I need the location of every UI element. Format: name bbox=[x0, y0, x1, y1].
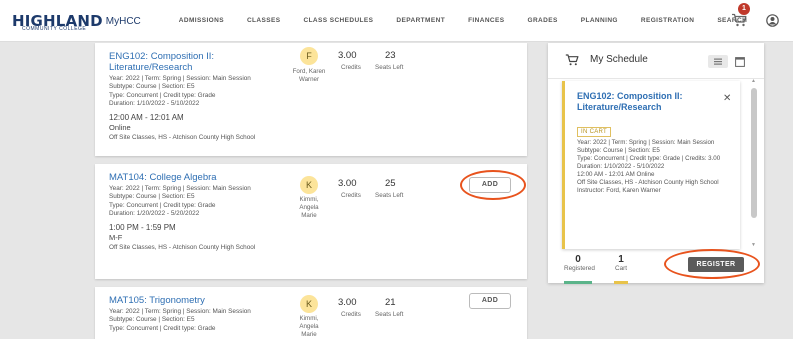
instructor-avatar: K bbox=[300, 176, 318, 194]
seats-value: 23 bbox=[385, 50, 396, 61]
schedule-item-card: ENG102: Composition II: Literature/Resea… bbox=[562, 81, 740, 249]
schedule-title: My Schedule bbox=[590, 54, 648, 65]
calendar-view-icon[interactable] bbox=[735, 56, 745, 67]
cart-count-badge: 1 bbox=[738, 3, 750, 15]
account-icon[interactable] bbox=[766, 14, 779, 27]
course-time: 12:00 AM - 12:01 AM bbox=[109, 112, 184, 122]
seats-label: Seats Left bbox=[375, 192, 404, 199]
register-button-highlight-ring bbox=[664, 249, 760, 279]
course-subtype: Subtype: Course | Section: E5 bbox=[109, 316, 195, 324]
course-duration: Duration: 1/20/2022 - 5/20/2022 bbox=[109, 210, 200, 218]
nav-classes[interactable]: CLASSES bbox=[247, 17, 281, 24]
scrollbar-thumb[interactable] bbox=[751, 88, 757, 218]
course-title[interactable]: MAT104: College Algebra bbox=[109, 172, 274, 183]
registered-count-value: 0 bbox=[575, 254, 581, 265]
scroll-up-arrow[interactable]: ▲ bbox=[751, 78, 756, 84]
course-title[interactable]: MAT105: Trigonometry bbox=[109, 295, 274, 306]
instructor-avatar: K bbox=[300, 295, 318, 313]
cart-icon[interactable] bbox=[731, 13, 747, 27]
course-duration: Duration: 1/10/2022 - 5/10/2022 bbox=[109, 100, 200, 108]
detail-year-term: Year: 2022 | Term: Spring | Session: Mai… bbox=[577, 139, 715, 146]
schedule-header: My Schedule bbox=[548, 43, 764, 79]
course-title[interactable]: ENG102: Composition II: Literature/Resea… bbox=[109, 51, 274, 73]
course-meta: Year: 2022 | Term: Spring | Session: Mai… bbox=[109, 185, 274, 219]
nav-admissions[interactable]: ADMISSIONS bbox=[179, 17, 224, 24]
credits-value: 3.00 bbox=[338, 178, 357, 189]
logo-subtitle: COMMUNITY COLLEGE bbox=[22, 26, 87, 32]
instructor-avatar: F bbox=[300, 47, 318, 65]
list-view-toggle[interactable] bbox=[708, 55, 728, 68]
add-button-highlight-ring bbox=[460, 170, 526, 200]
course-year-term: Year: 2022 | Term: Spring | Session: Mai… bbox=[109, 185, 251, 192]
nav-registration[interactable]: REGISTRATION bbox=[641, 17, 694, 24]
nav-grades[interactable]: GRADES bbox=[528, 17, 558, 24]
course-year-term: Year: 2022 | Term: Spring | Session: Mai… bbox=[109, 308, 251, 315]
credits-value: 3.00 bbox=[338, 50, 357, 61]
course-card: ENG102: Composition II: Literature/Resea… bbox=[95, 43, 527, 156]
course-type: Type: Concurrent | Credit type: Grade bbox=[109, 324, 216, 332]
detail-duration: Duration: 1/10/2022 - 5/10/2022 bbox=[577, 163, 665, 170]
detail-location: Off Site Classes, HS - Atchison County H… bbox=[577, 179, 719, 186]
cart-count-value: 1 bbox=[618, 254, 624, 265]
course-card: MAT105: Trigonometry Year: 2022 | Term: … bbox=[95, 287, 527, 339]
course-meta: Year: 2022 | Term: Spring | Session: Mai… bbox=[109, 75, 274, 109]
seats-value: 25 bbox=[385, 178, 396, 189]
list-icon bbox=[714, 58, 722, 65]
course-time: 1:00 PM - 1:59 PM bbox=[109, 222, 176, 232]
nav-department[interactable]: DEPARTMENT bbox=[396, 17, 445, 24]
credits-value: 3.00 bbox=[338, 297, 357, 308]
credits-label: Credits bbox=[341, 192, 361, 199]
registered-indicator bbox=[564, 281, 592, 284]
detail-instructor: Instructor: Ford, Karen Warner bbox=[577, 187, 661, 194]
seats-label: Seats Left bbox=[375, 311, 404, 318]
instructor-name: Kimmi, Angela Marie bbox=[299, 196, 319, 219]
seats-value: 21 bbox=[385, 297, 396, 308]
course-type: Type: Concurrent | Credit type: Grade bbox=[109, 201, 216, 209]
course-meta: Year: 2022 | Term: Spring | Session: Mai… bbox=[109, 308, 274, 333]
schedule-item-title[interactable]: ENG102: Composition II: Literature/Resea… bbox=[577, 91, 707, 113]
course-days: M-F bbox=[109, 232, 123, 242]
detail-time: 12:00 AM - 12:01 AM Online bbox=[577, 171, 655, 178]
remove-close-icon[interactable]: ✕ bbox=[723, 93, 731, 104]
course-type: Type: Concurrent | Credit type: Grade bbox=[109, 91, 216, 99]
course-info: ENG102: Composition II: Literature/Resea… bbox=[109, 51, 274, 142]
cart-count-label: Cart bbox=[614, 265, 628, 272]
in-cart-status-badge: IN CART bbox=[577, 127, 611, 137]
scroll-down-arrow[interactable]: ▼ bbox=[751, 242, 756, 248]
instructor-name: Kimmi, Angela Marie bbox=[299, 315, 319, 338]
detail-type-credits: Type: Concurrent | Credit type: Grade | … bbox=[577, 155, 721, 162]
nav-class-schedules[interactable]: CLASS SCHEDULES bbox=[303, 17, 373, 24]
credits-label: Credits bbox=[341, 311, 361, 318]
instructor-name: Ford, Karen Warner bbox=[292, 68, 326, 83]
seats-label: Seats Left bbox=[375, 64, 404, 71]
detail-subtype: Subtype: Course | Section: E5 bbox=[577, 147, 660, 154]
course-subtype: Subtype: Course | Section: E5 bbox=[109, 193, 195, 201]
logo-myhcc: MyHCC bbox=[105, 16, 141, 27]
course-year-term: Year: 2022 | Term: Spring | Session: Mai… bbox=[109, 75, 251, 82]
course-info: MAT105: Trigonometry Year: 2022 | Term: … bbox=[109, 295, 274, 333]
nav-planning[interactable]: PLANNING bbox=[581, 17, 618, 24]
schedule-item-details: Year: 2022 | Term: Spring | Session: Mai… bbox=[577, 139, 737, 195]
course-location: Off Site Classes, HS - Atchison County H… bbox=[109, 133, 256, 141]
cart-indicator bbox=[614, 281, 628, 284]
cart-count: 1 Cart bbox=[610, 254, 632, 272]
credits-label: Credits bbox=[341, 64, 361, 71]
course-info: MAT104: College Algebra Year: 2022 | Ter… bbox=[109, 172, 274, 252]
cart-icon bbox=[565, 54, 579, 66]
nav-finances[interactable]: FINANCES bbox=[468, 17, 504, 24]
main-nav: ADMISSIONS CLASSES CLASS SCHEDULES DEPAR… bbox=[179, 17, 770, 24]
course-subtype: Subtype: Course | Section: E5 bbox=[109, 83, 195, 91]
my-schedule-panel: My Schedule ENG102: Composition II: Lite… bbox=[548, 43, 764, 284]
course-days: Online bbox=[109, 122, 131, 132]
top-navbar: HIGHLAND MyHCC COMMUNITY COLLEGE ADMISSI… bbox=[0, 0, 793, 42]
course-location: Off Site Classes, HS - Atchison County H… bbox=[109, 243, 256, 251]
registered-count: 0 Registered bbox=[564, 254, 595, 272]
registered-count-label: Registered bbox=[564, 265, 595, 272]
add-course-button[interactable]: ADD bbox=[469, 293, 511, 309]
